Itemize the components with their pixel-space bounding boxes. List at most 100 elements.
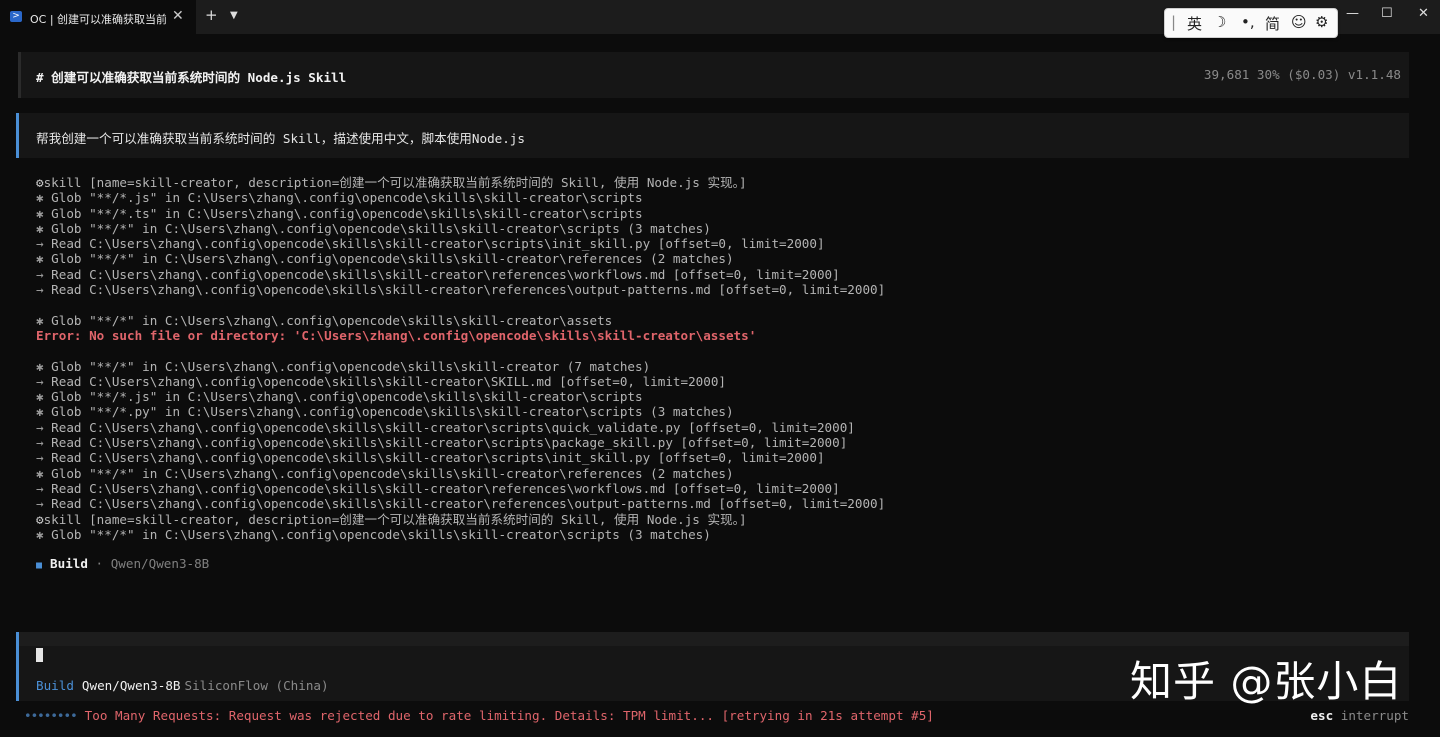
maximize-button[interactable]: ☐ [1381,6,1393,21]
asterisk-icon: ✱ [36,404,44,420]
arrow-icon: → [36,496,44,512]
interrupt-label: interrupt [1340,708,1409,723]
log-text: Read C:\Users\zhang\.config\opencode\ski… [43,496,886,512]
log-line: ✱ Glob "**/*.ts" in C:\Users\zhang\.conf… [36,206,1416,221]
log-text: Read C:\Users\zhang\.config\opencode\ski… [43,419,855,435]
ime-toolbar: | 英 ☽ •, 简 ☺ ⚙ [1164,8,1338,38]
log-line: → Read C:\Users\zhang\.config\opencode\s… [36,267,1416,282]
log-line: ✱ Glob "**/*" in C:\Users\zhang\.config\… [36,313,1416,328]
build-agent-label: Build [50,556,88,571]
log-line: → Read C:\Users\zhang\.config\opencode\s… [36,236,1416,251]
status-line: •••••••• Too Many Requests: Request was r… [24,708,934,723]
arrow-icon: → [36,236,44,252]
log-text: Read C:\Users\zhang\.config\opencode\ski… [43,450,825,466]
log-text: Read C:\Users\zhang\.config\opencode\ski… [43,480,840,496]
terminal-tab[interactable]: > OC | 创建可以准确获取当前系统 ✕ [0,0,196,34]
tab-dropdown-icon[interactable]: ▼ [230,10,238,21]
log-line: ✱ Glob "**/*.js" in C:\Users\zhang\.conf… [36,389,1416,404]
log-line: → Read C:\Users\zhang\.config\opencode\s… [36,374,1416,389]
zhihu-watermark: 知乎 @张小白 [1130,657,1403,706]
settings-gear-icon[interactable]: ⚙ [1315,13,1328,31]
session-stats: 39,681 30% ($0.03) v1.1.48 [1203,67,1401,82]
asterisk-icon: ✱ [36,389,44,405]
spinner-icon: •••••••• [24,708,78,723]
build-model-label: · Qwen/Qwen3-8B [87,556,210,571]
log-line: ⚙skill [name=skill-creator, description=… [36,175,1416,190]
arrow-icon: → [36,419,44,435]
log-text: Glob "**/*" in C:\Users\zhang\.config\op… [43,312,613,328]
log-text: skill [name=skill-creator, description=创… [43,511,747,527]
arrow-icon: → [36,480,44,496]
ime-lang-toggle[interactable]: 英 [1187,13,1202,34]
minimize-button[interactable]: — [1346,6,1359,21]
log-line: ✱ Glob "**/*" in C:\Users\zhang\.config\… [36,527,1416,542]
log-text: Read C:\Users\zhang\.config\opencode\ski… [43,236,825,252]
asterisk-icon: ✱ [36,526,44,542]
log-text: skill [name=skill-creator, description=创… [43,175,747,190]
log-line: → Read C:\Users\zhang\.config\opencode\s… [36,420,1416,435]
log-text: Glob "**/*" in C:\Users\zhang\.config\op… [43,465,734,481]
log-text: Glob "**/*.py" in C:\Users\zhang\.config… [43,404,734,420]
asterisk-icon: ✱ [36,465,44,481]
powershell-icon: > [10,11,22,22]
agent-mode-label[interactable]: Build [36,678,74,693]
log-line: → Read C:\Users\zhang\.config\opencode\s… [36,496,1416,511]
log-line: ✱ Glob "**/*.js" in C:\Users\zhang\.conf… [36,190,1416,205]
rate-limit-message: Too Many Requests: Request was rejected … [84,708,934,723]
session-header: # 创建可以准确获取当前系统时间的 Node.js Skill 39,681 3… [18,52,1409,98]
error-line: Error: No such file or directory: 'C:\Us… [36,328,1416,343]
user-message: 帮我创建一个可以准确获取当前系统时间的 Skill，描述使用中文，脚本使用Nod… [16,113,1409,158]
log-text: Glob "**/*.js" in C:\Users\zhang\.config… [43,190,643,206]
model-label[interactable]: Qwen/Qwen3-8B [82,678,181,693]
log-text: Read C:\Users\zhang\.config\opencode\ski… [43,282,886,298]
tab-close-icon[interactable]: ✕ [172,8,184,24]
log-text: Glob "**/*.ts" in C:\Users\zhang\.config… [43,205,643,221]
asterisk-icon: ✱ [36,190,44,206]
charset-toggle[interactable]: 简 [1265,13,1280,34]
log-text: Glob "**/*" in C:\Users\zhang\.config\op… [43,220,711,236]
log-line: ✱ Glob "**/*.py" in C:\Users\zhang\.conf… [36,404,1416,419]
log-text: Glob "**/*" in C:\Users\zhang\.config\op… [43,358,651,374]
arrow-icon: → [36,435,44,451]
session-title: # 创建可以准确获取当前系统时间的 Node.js Skill [36,70,347,85]
log-line: → Read C:\Users\zhang\.config\opencode\s… [36,481,1416,496]
text-cursor[interactable] [36,648,43,662]
arrow-icon: → [36,450,44,466]
log-text: Glob "**/*" in C:\Users\zhang\.config\op… [43,526,711,542]
user-message-text: 帮我创建一个可以准确获取当前系统时间的 Skill，描述使用中文，脚本使用Nod… [36,131,525,146]
log-line: ✱ Glob "**/*" in C:\Users\zhang\.config\… [36,251,1416,266]
moon-icon[interactable]: ☽ [1213,13,1226,31]
log-line: → Read C:\Users\zhang\.config\opencode\s… [36,282,1416,297]
build-square-icon: ■ [36,560,43,571]
interrupt-hint[interactable]: esc interrupt [1310,708,1409,723]
log-line: ✱ Glob "**/*" in C:\Users\zhang\.config\… [36,221,1416,236]
emoji-icon[interactable]: ☺ [1291,13,1307,31]
esc-key-label: esc [1310,708,1334,723]
log-text: Read C:\Users\zhang\.config\opencode\ski… [43,373,726,389]
gear-icon: ⚙ [36,511,44,527]
punctuation-toggle[interactable]: •, [1241,13,1255,31]
provider-label: SiliconFlow (China) [184,678,329,693]
asterisk-icon: ✱ [36,312,44,328]
close-window-button[interactable]: ✕ [1418,6,1429,21]
log-text: Read C:\Users\zhang\.config\opencode\ski… [43,435,848,451]
gear-icon: ⚙ [36,175,44,190]
input-top-strip [16,632,1409,646]
arrow-icon: → [36,282,44,298]
new-tab-button[interactable]: + [205,6,218,24]
user-message-accent-bar [16,113,19,158]
log-line: ✱ Glob "**/*" in C:\Users\zhang\.config\… [36,466,1416,481]
log-line: ✱ Glob "**/*" in C:\Users\zhang\.config\… [36,359,1416,374]
log-text: Glob "**/*" in C:\Users\zhang\.config\op… [43,251,734,267]
asterisk-icon: ✱ [36,251,44,267]
asterisk-icon: ✱ [36,358,44,374]
ime-handle[interactable]: | [1171,13,1176,31]
build-status: ■ Build · Qwen/Qwen3-8B [36,556,209,571]
input-accent-bar [16,632,19,701]
tab-title: OC | 创建可以准确获取当前系统 [30,13,166,26]
arrow-icon: → [36,373,44,389]
log-line: ⚙skill [name=skill-creator, description=… [36,512,1416,527]
log-text: Error: No such file or directory: 'C:\Us… [36,327,757,343]
log-text: Glob "**/*.js" in C:\Users\zhang\.config… [43,389,643,405]
